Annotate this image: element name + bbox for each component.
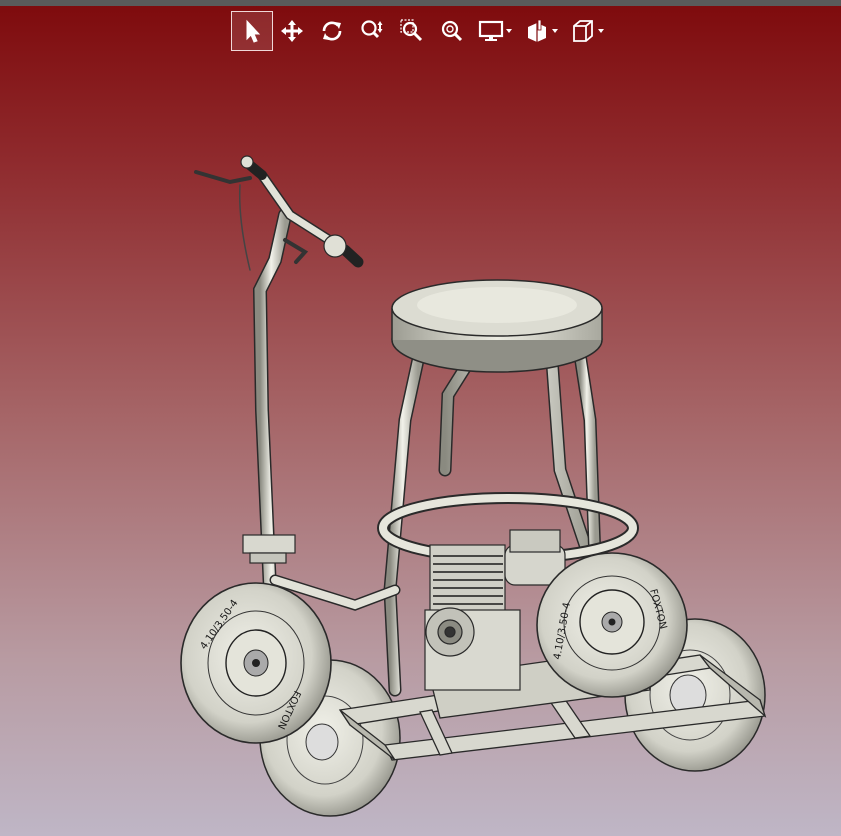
front-right-wheel: FOXTON 4.10/3.50-4 xyxy=(536,552,688,698)
scooter-3d-model[interactable]: 4.10/3.50-4 FOXTON FOXTON 4.10/3.50-4 xyxy=(0,0,841,836)
front-left-wheel: 4.10/3.50-4 FOXTON xyxy=(180,582,332,744)
seat-cushion xyxy=(391,279,603,373)
cad-viewport[interactable]: 4.10/3.50-4 FOXTON FOXTON 4.10/3.50-4 xyxy=(0,0,841,836)
